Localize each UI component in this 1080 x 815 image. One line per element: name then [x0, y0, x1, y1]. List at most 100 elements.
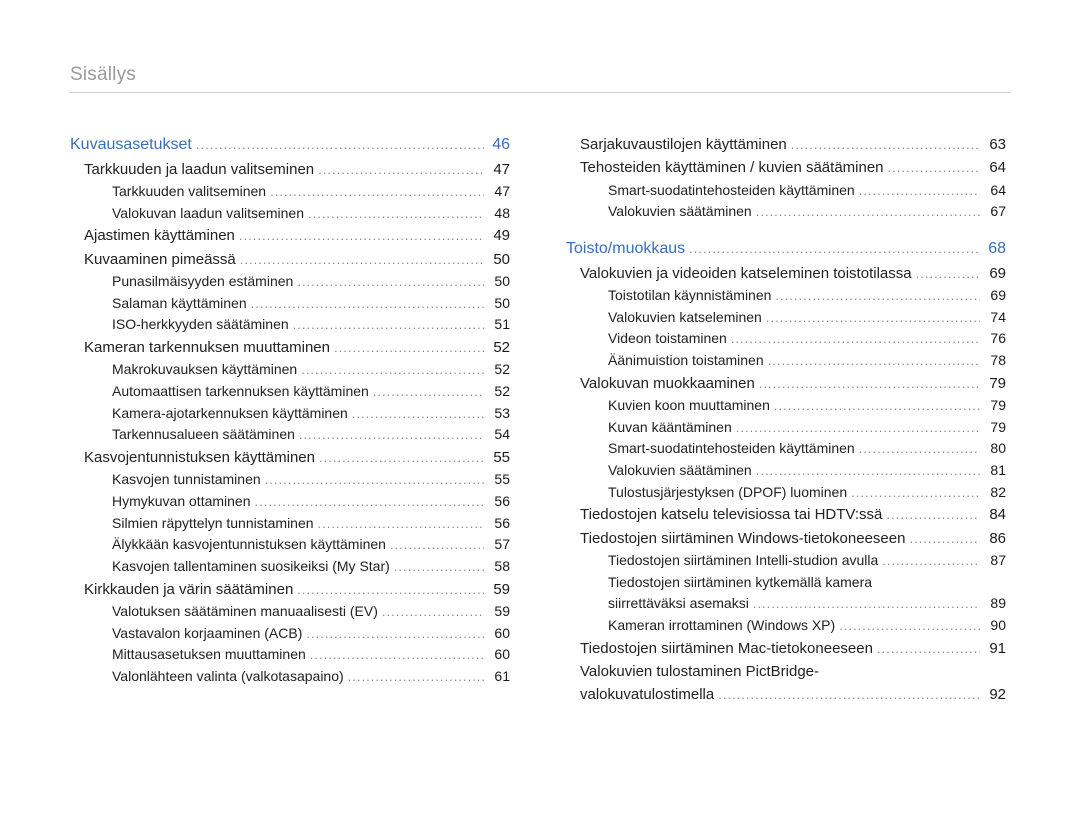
leader-dots — [736, 418, 980, 438]
toc-page-number: 52 — [488, 381, 510, 403]
toc-entry: Videon toistaminen76 — [608, 328, 1006, 350]
toc-label: Kuvien koon muuttaminen — [608, 395, 770, 417]
toc-page-number: 79 — [984, 417, 1006, 439]
toc-entry: Älykkään kasvojentunnistuksen käyttämine… — [112, 534, 510, 556]
toc-entry: Smart-suodatintehosteiden käyttäminen80 — [608, 438, 1006, 460]
toc-label: Tiedostojen siirtäminen Intelli-studion … — [608, 550, 878, 572]
toc-entry: Sarjakuvaustilojen käyttäminen 63 — [580, 133, 1006, 156]
leader-dots — [689, 239, 980, 259]
toc-label: Smart-suodatintehosteiden käyttäminen — [608, 180, 855, 202]
toc-label: Valokuvan laadun valitseminen — [112, 203, 304, 225]
leader-dots — [196, 135, 484, 155]
toc-entry: Kuvien koon muuttaminen 79 — [608, 395, 1006, 417]
leader-dots — [756, 461, 980, 481]
toc-label: Älykkään kasvojentunnistuksen käyttämine… — [112, 534, 386, 556]
leader-dots — [859, 439, 980, 459]
toc-entry: Automaattisen tarkennuksen käyttäminen 52 — [112, 381, 510, 403]
leader-dots — [308, 204, 484, 224]
toc-entry-continuation: valokuvatulostimella 92 — [580, 683, 1006, 706]
toc-entry: Kamera-ajotarkennuksen käyttäminen53 — [112, 403, 510, 425]
toc-entry: Kuvan kääntäminen79 — [608, 417, 1006, 439]
toc-entry: Tarkkuuden ja laadun valitseminen47 — [84, 158, 510, 181]
toc-entry: Kasvojen tunnistaminen55 — [112, 469, 510, 491]
toc-label: Vastavalon korjaaminen (ACB) — [112, 623, 302, 645]
toc-label: Tiedostojen siirtäminen Mac-tietokoneese… — [580, 637, 873, 660]
leader-dots — [753, 594, 980, 614]
leader-dots — [775, 286, 980, 306]
toc-entry: Tehosteiden käyttäminen / kuvien säätämi… — [580, 156, 1006, 179]
toc-label: Smart-suodatintehosteiden käyttäminen — [608, 438, 855, 460]
toc-entry: Valonlähteen valinta (valkotasapaino)61 — [112, 666, 510, 688]
toc-label: Automaattisen tarkennuksen käyttäminen — [112, 381, 369, 403]
leader-dots — [255, 492, 484, 512]
toc-page-number: 63 — [984, 133, 1006, 156]
toc-entry: Tiedostojen siirtäminen kytkemällä kamer… — [608, 572, 1006, 594]
leader-dots — [310, 645, 484, 665]
toc-label: Kasvojentunnistuksen käyttäminen — [84, 446, 315, 469]
toc-page-number: 82 — [984, 482, 1006, 504]
leader-dots — [909, 529, 980, 549]
leader-dots — [888, 158, 980, 178]
toc-page-number: 60 — [488, 623, 510, 645]
toc-entry: Kasvojen tallentaminen suosikeiksi (My S… — [112, 556, 510, 578]
leader-dots — [301, 360, 484, 380]
toc-entry: Kameran irrottaminen (Windows XP)90 — [608, 615, 1006, 637]
leader-dots — [756, 202, 980, 222]
toc-page-number: 91 — [984, 637, 1006, 660]
toc-label: Tiedostojen katselu televisiossa tai HDT… — [580, 503, 882, 526]
toc-entry: Valokuvien säätäminen81 — [608, 460, 1006, 482]
toc-entry: Hymykuvan ottaminen 56 — [112, 491, 510, 513]
leader-dots — [766, 308, 980, 328]
toc-page-number: 57 — [488, 534, 510, 556]
toc-page-number: 60 — [488, 644, 510, 666]
toc-entry: Kameran tarkennuksen muuttaminen52 — [84, 336, 510, 359]
toc-page-number: 81 — [984, 460, 1006, 482]
toc-label: Sarjakuvaustilojen käyttäminen — [580, 133, 787, 156]
toc-label: Kasvojen tallentaminen suosikeiksi (My S… — [112, 556, 390, 578]
toc-page-number: 87 — [984, 550, 1006, 572]
toc-entry: Tiedostojen siirtäminen Windows-tietokon… — [580, 527, 1006, 550]
toc-label: valokuvatulostimella — [580, 683, 714, 706]
toc-left-column: Kuvausasetukset46Tarkkuuden ja laadun va… — [70, 133, 510, 706]
toc-label: Hymykuvan ottaminen — [112, 491, 251, 513]
toc-page-number: 79 — [984, 395, 1006, 417]
leader-dots — [297, 580, 484, 600]
toc-entry: Valotuksen säätäminen manuaalisesti (EV)… — [112, 601, 510, 623]
toc-entry: Makrokuvauksen käyttäminen52 — [112, 359, 510, 381]
toc-entry: Kuvaaminen pimeässä50 — [84, 248, 510, 271]
toc-label: ISO-herkkyyden säätäminen — [112, 314, 289, 336]
leader-dots — [774, 396, 980, 416]
toc-label: Äänimuistion toistaminen — [608, 350, 764, 372]
leader-dots — [851, 483, 980, 503]
toc-page-number: 49 — [488, 224, 510, 247]
toc-entry: Salaman käyttäminen50 — [112, 293, 510, 315]
leader-dots — [916, 264, 980, 284]
toc-entry: Punasilmäisyyden estäminen50 — [112, 271, 510, 293]
leader-dots — [265, 470, 484, 490]
toc-page-number: 78 — [984, 350, 1006, 372]
toc-label: Valokuvien ja videoiden katseleminen toi… — [580, 262, 912, 285]
toc-page-number: 61 — [488, 666, 510, 688]
toc-label: Kuvaaminen pimeässä — [84, 248, 236, 271]
toc-entry: Toistotilan käynnistäminen69 — [608, 285, 1006, 307]
toc-entry: Valokuvien katseleminen74 — [608, 307, 1006, 329]
toc-label: Tarkkuuden ja laadun valitseminen — [84, 158, 314, 181]
toc-label: Valokuvien katseleminen — [608, 307, 762, 329]
toc-page-number: 79 — [984, 372, 1006, 395]
toc-page-number: 47 — [488, 181, 510, 203]
toc-page-number: 92 — [984, 683, 1006, 706]
toc-entry: Kirkkauden ja värin säätäminen59 — [84, 578, 510, 601]
toc-label: Valokuvan muokkaaminen — [580, 372, 755, 395]
toc-page-number: 84 — [984, 503, 1006, 526]
toc-label: Tiedostojen siirtäminen kytkemällä kamer… — [608, 572, 872, 594]
leader-dots — [768, 351, 980, 371]
toc-label: Punasilmäisyyden estäminen — [112, 271, 293, 293]
toc-label: siirrettäväksi asemaksi — [608, 593, 749, 615]
toc-section-entry: Toisto/muokkaus68 — [566, 237, 1006, 262]
toc-label: Silmien räpyttelyn tunnistaminen — [112, 513, 314, 535]
toc-entry: Tulostusjärjestyksen (DPOF) luominen82 — [608, 482, 1006, 504]
toc-page-number: 56 — [488, 491, 510, 513]
toc-entry: Mittausasetuksen muuttaminen60 — [112, 644, 510, 666]
toc-label: Makrokuvauksen käyttäminen — [112, 359, 297, 381]
leader-dots — [299, 425, 484, 445]
